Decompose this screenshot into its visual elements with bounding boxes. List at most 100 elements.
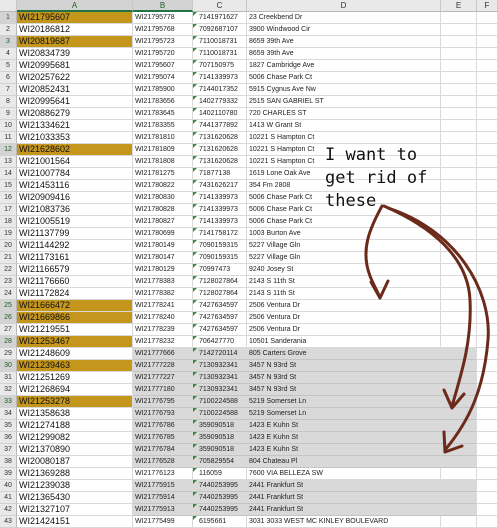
row-header[interactable]: 34 [0, 408, 17, 420]
cell-d[interactable]: 1423 E Kuhn St [247, 444, 441, 456]
cell-d[interactable]: 805 Carters Grove [247, 348, 441, 360]
cell-e[interactable] [441, 444, 477, 456]
cell-b[interactable]: WI21775913 [133, 504, 193, 516]
cell-e[interactable] [441, 252, 477, 264]
cell-f[interactable] [477, 336, 498, 348]
cell-a[interactable]: WI21007784 [17, 168, 133, 180]
row-header[interactable]: 6 [0, 72, 17, 84]
cell-e[interactable] [441, 516, 477, 528]
row-header[interactable]: 22 [0, 264, 17, 276]
cell-c[interactable]: 6195661 [193, 516, 247, 528]
cell-b[interactable]: WI21776528 [133, 456, 193, 468]
row-header[interactable]: 26 [0, 312, 17, 324]
cell-a[interactable]: WI21327107 [17, 504, 133, 516]
cell-a[interactable]: WI20909416 [17, 192, 133, 204]
row-header[interactable]: 30 [0, 360, 17, 372]
cell-e[interactable] [441, 48, 477, 60]
cell-e[interactable] [441, 24, 477, 36]
cell-d[interactable]: 10221 S Hampton Ct [247, 144, 441, 156]
cell-c[interactable]: 359090518 [193, 420, 247, 432]
cell-c[interactable]: 7427634597 [193, 312, 247, 324]
cell-d[interactable]: 3031 3033 WEST MC KINLEY BOULEVARD [247, 516, 441, 528]
row-header[interactable]: 8 [0, 96, 17, 108]
cell-e[interactable] [441, 312, 477, 324]
cell-b[interactable]: WI21775914 [133, 492, 193, 504]
cell-f[interactable] [477, 276, 498, 288]
row-header[interactable]: 29 [0, 348, 17, 360]
cell-e[interactable] [441, 216, 477, 228]
cell-c[interactable]: 705829554 [193, 456, 247, 468]
row-header[interactable]: 23 [0, 276, 17, 288]
cell-c[interactable]: 707150975 [193, 60, 247, 72]
cell-c[interactable]: 7440253995 [193, 492, 247, 504]
cell-b[interactable]: WI21780827 [133, 216, 193, 228]
row-header[interactable]: 15 [0, 180, 17, 192]
cell-a[interactable]: WI20886279 [17, 108, 133, 120]
cell-a[interactable]: WI21424151 [17, 516, 133, 528]
cell-c[interactable]: 7100224588 [193, 396, 247, 408]
cell-e[interactable] [441, 348, 477, 360]
cell-e[interactable] [441, 300, 477, 312]
cell-e[interactable] [441, 264, 477, 276]
cell-e[interactable] [441, 60, 477, 72]
cell-f[interactable] [477, 36, 498, 48]
row-header[interactable]: 2 [0, 24, 17, 36]
row-header[interactable]: 17 [0, 204, 17, 216]
cell-a[interactable]: WI20852431 [17, 84, 133, 96]
cell-e[interactable] [441, 420, 477, 432]
cell-b[interactable]: WI21778239 [133, 324, 193, 336]
cell-e[interactable] [441, 156, 477, 168]
cell-d[interactable]: 5227 Village Gln [247, 252, 441, 264]
cell-b[interactable]: WI21780129 [133, 264, 193, 276]
row-header[interactable]: 18 [0, 216, 17, 228]
row-header[interactable]: 7 [0, 84, 17, 96]
cell-b[interactable]: WI21778383 [133, 276, 193, 288]
cell-f[interactable] [477, 84, 498, 96]
row-header[interactable]: 12 [0, 144, 17, 156]
column-header-f[interactable]: F [477, 0, 498, 12]
cell-d[interactable]: 10221 S Hampton Ct [247, 132, 441, 144]
cell-f[interactable] [477, 516, 498, 528]
cell-a[interactable]: WI21144292 [17, 240, 133, 252]
cell-c[interactable]: 71877138 [193, 168, 247, 180]
row-header[interactable]: 28 [0, 336, 17, 348]
cell-f[interactable] [477, 108, 498, 120]
cell-b[interactable]: WI21776786 [133, 420, 193, 432]
cell-e[interactable] [441, 360, 477, 372]
cell-d[interactable]: 2506 Ventura Dr [247, 324, 441, 336]
cell-f[interactable] [477, 240, 498, 252]
cell-f[interactable] [477, 156, 498, 168]
cell-a[interactable]: WI21137799 [17, 228, 133, 240]
cell-d[interactable]: 3900 Windwood Cir [247, 24, 441, 36]
cell-b[interactable]: WI21780147 [133, 252, 193, 264]
cell-a[interactable]: WI21172824 [17, 288, 133, 300]
cell-b[interactable]: WI21776784 [133, 444, 193, 456]
cell-e[interactable] [441, 432, 477, 444]
cell-d[interactable]: 2441 Frankfurt St [247, 480, 441, 492]
cell-b[interactable]: WI21795723 [133, 36, 193, 48]
cell-f[interactable] [477, 288, 498, 300]
cell-b[interactable]: WI21777666 [133, 348, 193, 360]
cell-a[interactable]: WI20995681 [17, 60, 133, 72]
cell-f[interactable] [477, 192, 498, 204]
row-header[interactable]: 13 [0, 156, 17, 168]
cell-b[interactable]: WI21778241 [133, 300, 193, 312]
cell-d[interactable]: 23 Creekbend Dr [247, 12, 441, 24]
cell-e[interactable] [441, 408, 477, 420]
row-header[interactable]: 42 [0, 504, 17, 516]
cell-d[interactable]: 10221 S Hampton Ct [247, 156, 441, 168]
cell-e[interactable] [441, 228, 477, 240]
cell-c[interactable]: 7110018731 [193, 36, 247, 48]
cell-c[interactable]: 7130932341 [193, 360, 247, 372]
cell-c[interactable]: 7090159315 [193, 252, 247, 264]
row-header[interactable]: 31 [0, 372, 17, 384]
cell-b[interactable]: WI21795720 [133, 48, 193, 60]
cell-a[interactable]: WI21666472 [17, 300, 133, 312]
cell-c[interactable]: 7144017352 [193, 84, 247, 96]
cell-a[interactable]: WI21239038 [17, 480, 133, 492]
cell-d[interactable]: 5219 Somerset Ln [247, 396, 441, 408]
row-header[interactable]: 27 [0, 324, 17, 336]
cell-b[interactable]: WI21780822 [133, 180, 193, 192]
cell-b[interactable]: WI21795778 [133, 12, 193, 24]
cell-e[interactable] [441, 108, 477, 120]
